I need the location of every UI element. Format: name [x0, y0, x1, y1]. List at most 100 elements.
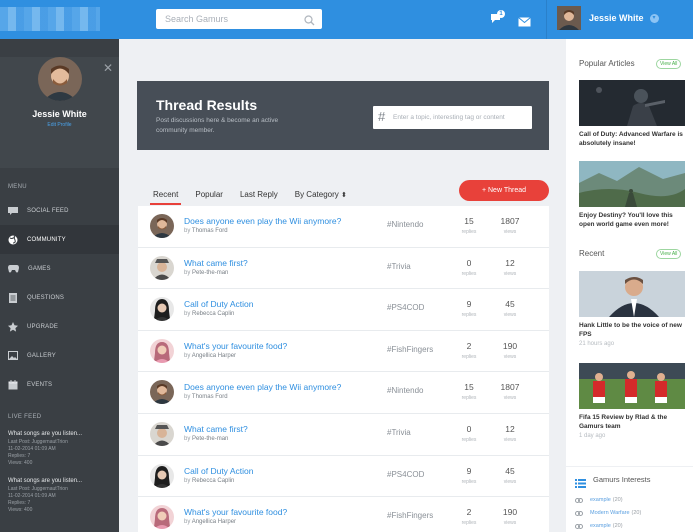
author-avatar[interactable] — [150, 255, 174, 280]
replies-label: replies — [461, 520, 477, 527]
thread-row[interactable]: Does anyone even play the Wii anymore? by… — [138, 206, 549, 248]
sidebar-item-social-feed[interactable]: SOCIAL FEED — [0, 196, 119, 225]
thread-title[interactable]: Call of Duty Action — [184, 299, 253, 309]
thread-title[interactable]: What's your favourite food? — [184, 507, 287, 517]
thread-tag[interactable]: #Nintendo — [387, 386, 423, 395]
author-avatar[interactable] — [150, 463, 174, 488]
interest-item[interactable]: Modern Warfare (20) — [575, 510, 641, 516]
thread-tag[interactable]: #Nintendo — [387, 220, 423, 229]
thread-title[interactable]: Does anyone even play the Wii anymore? — [184, 382, 341, 392]
author-name[interactable]: Angellica Harper — [192, 519, 236, 525]
author-name[interactable]: Thomas Ford — [192, 228, 228, 234]
author-name[interactable]: Pete-the-man — [192, 436, 228, 442]
tab-by-category[interactable]: By Category ⬍ — [295, 190, 347, 205]
page-subtitle: Post discussions here & become an active… — [156, 117, 279, 134]
by-label: by — [184, 352, 191, 359]
author-name[interactable]: Angellica Harper — [192, 353, 236, 359]
sidebar-item-questions[interactable]: QUESTIONS — [0, 283, 119, 312]
calendar-icon — [8, 379, 18, 389]
live-feed-item[interactable]: What songs are you listen... Last Post: … — [0, 431, 119, 467]
author-avatar[interactable] — [150, 421, 174, 446]
thread-tag[interactable]: #PS4COD — [387, 470, 424, 479]
view-all-recent-button[interactable]: View All — [656, 249, 682, 259]
live-feed-item[interactable]: What songs are you listen... Last Post: … — [0, 478, 119, 514]
topic-search-input[interactable] — [393, 106, 528, 129]
author-name[interactable]: Pete-the-man — [192, 270, 228, 276]
star-icon — [8, 321, 18, 332]
thread-title[interactable]: Call of Duty Action — [184, 466, 253, 476]
close-icon[interactable]: ✕ — [103, 61, 113, 75]
user-menu[interactable]: Jessie White ▾ — [557, 6, 659, 30]
replies-label: replies — [461, 270, 477, 277]
search-input[interactable] — [156, 9, 296, 29]
live-feed-title: What songs are you listen... — [8, 431, 83, 437]
thread-row[interactable]: What's your favourite food? by Angellica … — [138, 331, 549, 373]
mail-icon[interactable] — [518, 14, 531, 32]
thread-row[interactable]: What's your favourite food? by Angellica … — [138, 497, 549, 532]
tab-last-reply[interactable]: Last Reply — [240, 190, 278, 205]
thread-author: by Thomas Ford — [184, 394, 228, 400]
interest-count: (20) — [612, 523, 623, 529]
thread-title[interactable]: What's your favourite food? — [184, 341, 287, 351]
author-name[interactable]: Rebecca Caplin — [192, 478, 234, 484]
sidebar-item-upgrade[interactable]: UPGRADE — [0, 312, 119, 341]
tab-recent[interactable]: Recent — [149, 190, 182, 205]
thread-row[interactable]: Does anyone even play the Wii anymore? by… — [138, 372, 549, 414]
search-icon[interactable] — [304, 13, 315, 31]
author-avatar[interactable] — [150, 297, 174, 322]
thread-title[interactable]: What came first? — [184, 258, 248, 268]
replies-label: replies — [461, 395, 477, 402]
interest-item[interactable]: example (20) — [575, 523, 623, 529]
thread-title[interactable]: What came first? — [184, 424, 248, 434]
thread-tag[interactable]: #FishFingers — [387, 345, 433, 354]
thread-row[interactable]: What came first? by Pete-the-man #Trivia 0 r… — [138, 414, 549, 456]
view-all-popular-button[interactable]: View All — [656, 59, 682, 69]
article-image — [579, 271, 685, 317]
thread-tag[interactable]: #Trivia — [387, 428, 411, 437]
thread-row[interactable]: Call of Duty Action by Rebecca Caplin #PS4… — [138, 456, 549, 498]
by-label: by — [184, 519, 191, 526]
author-avatar[interactable] — [150, 338, 174, 363]
article-card[interactable]: Call of Duty: Advanced Warfare is absolu… — [579, 80, 685, 148]
site-logo[interactable] — [0, 7, 100, 31]
sidebar-item-label: GAMES — [28, 265, 51, 272]
live-feed-title: What songs are you listen... — [8, 478, 83, 484]
thread-tag[interactable]: #FishFingers — [387, 511, 433, 520]
thread-tag[interactable]: #Trivia — [387, 262, 411, 271]
thread-row[interactable]: Call of Duty Action by Rebecca Caplin #PS4… — [138, 289, 549, 331]
sidebar-item-games[interactable]: GAMES — [0, 254, 119, 283]
thread-title[interactable]: Does anyone even play the Wii anymore? — [184, 216, 341, 226]
chevron-down-icon[interactable]: ▾ — [649, 13, 659, 23]
sidebar-item-label: QUESTIONS — [27, 294, 65, 301]
thread-tag[interactable]: #PS4COD — [387, 303, 424, 312]
sidebar-item-community[interactable]: COMMUNITY — [0, 225, 119, 254]
author-avatar[interactable] — [150, 380, 174, 405]
sidebar-item-gallery[interactable]: GALLERY — [0, 341, 119, 370]
author-avatar[interactable] — [150, 505, 174, 530]
article-title: Call of Duty: Advanced Warfare is absolu… — [579, 131, 683, 147]
thread-results-header: Thread Results Post discussions here & b… — [137, 81, 549, 150]
interest-count: (20) — [612, 497, 623, 503]
new-thread-button[interactable]: + New Thread — [459, 180, 549, 201]
interest-label: example — [590, 497, 611, 503]
thread-author: by Thomas Ford — [184, 228, 228, 234]
tab-popular[interactable]: Popular — [195, 190, 223, 205]
article-card[interactable]: Enjoy Destiny? You'll love this open wor… — [579, 161, 685, 229]
edit-profile-link[interactable]: Edit Profile — [0, 122, 119, 128]
views-count: 12 — [505, 423, 515, 434]
recent-article-card[interactable]: Hank Little to be the voice of new FPS 2… — [579, 271, 685, 347]
article-title: Fifa 15 Review by Rlad & the Gamurs team — [579, 414, 668, 430]
recent-article-card[interactable]: Fifa 15 Review by Rlad & the Gamurs team… — [579, 363, 685, 439]
author-name[interactable]: Thomas Ford — [192, 394, 228, 400]
sidebar: ✕ Jessie White Edit Profile MENU SOCIAL … — [0, 39, 119, 532]
author-avatar[interactable] — [150, 214, 174, 238]
views-count: 12 — [505, 257, 515, 268]
sidebar-item-label: EVENTS — [27, 381, 53, 388]
interest-item[interactable]: example (20) — [575, 497, 623, 503]
profile-avatar[interactable] — [37, 57, 82, 101]
sidebar-item-events[interactable]: EVENTS — [0, 370, 119, 399]
author-name[interactable]: Rebecca Caplin — [192, 311, 234, 317]
thread-row[interactable]: What came first? by Pete-the-man #Trivia 0 r… — [138, 248, 549, 290]
views-label: views — [503, 436, 517, 443]
profile-name: Jessie White — [32, 109, 87, 119]
